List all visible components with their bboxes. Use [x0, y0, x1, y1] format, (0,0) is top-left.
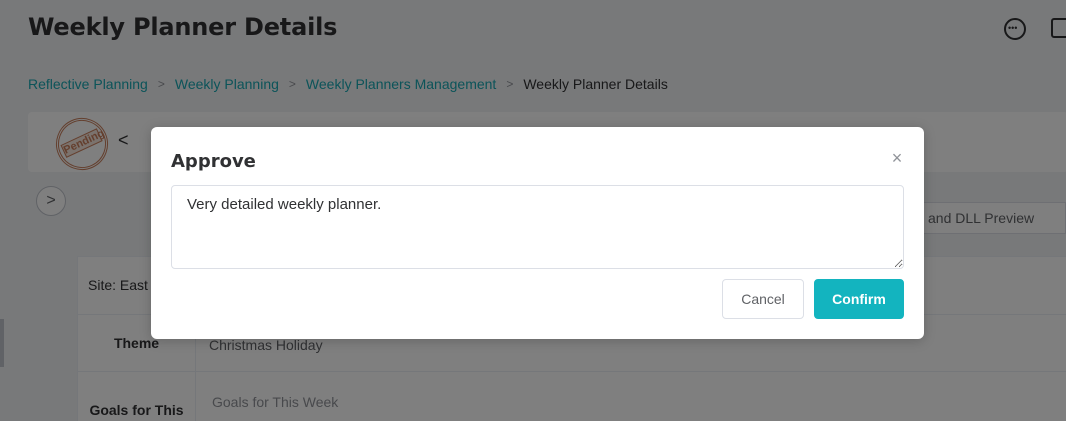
approve-dialog: Approve × Very detailed weekly planner. … [151, 127, 924, 339]
close-icon[interactable]: × [889, 149, 905, 167]
confirm-button[interactable]: Confirm [814, 279, 904, 319]
approval-comment-textarea[interactable]: Very detailed weekly planner. [171, 185, 904, 269]
dialog-title: Approve [171, 151, 256, 172]
cancel-button[interactable]: Cancel [722, 279, 804, 319]
